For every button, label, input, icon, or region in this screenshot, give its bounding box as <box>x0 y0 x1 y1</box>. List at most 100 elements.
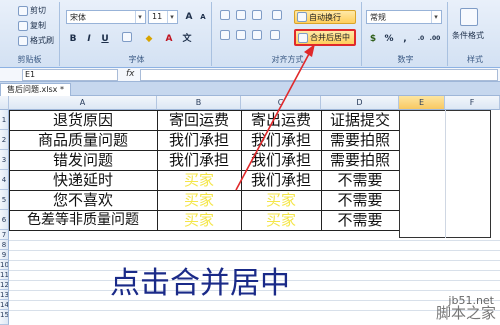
cell-c5[interactable]: 买家 <box>241 190 321 210</box>
cell-d3[interactable]: 需要拍照 <box>321 150 399 170</box>
bold-button[interactable]: B <box>66 32 80 46</box>
font-size-select[interactable]: 11 ▾ <box>148 10 178 24</box>
column-header-f[interactable]: F <box>445 96 500 110</box>
wrap-text-button[interactable]: 自动换行 <box>294 10 356 24</box>
number-group: 常规 ▾ $ % , .0 .00 数字 <box>364 2 448 66</box>
align-top-button[interactable] <box>218 10 232 24</box>
align-center-button[interactable] <box>234 30 248 44</box>
cell-a3[interactable]: 错发问题 <box>9 150 157 170</box>
scissors-icon <box>18 5 28 16</box>
font-name-select[interactable]: 宋体 ▾ <box>66 10 146 24</box>
cell-c4[interactable]: 我们承担 <box>241 170 321 190</box>
currency-button[interactable]: $ <box>366 32 380 46</box>
shrink-font-button[interactable]: A <box>196 10 210 24</box>
gridline <box>445 110 446 238</box>
row-header-8[interactable]: 8 <box>0 240 9 250</box>
row-header-4[interactable]: 4 <box>0 170 9 190</box>
percent-button[interactable]: % <box>382 32 396 46</box>
cell-b1[interactable]: 寄回运费 <box>157 110 241 130</box>
clipboard-group-label: 剪贴板 <box>17 55 42 64</box>
align-left-button[interactable] <box>218 30 232 44</box>
caption-text: 点击合并居中 <box>110 266 290 301</box>
wrap-text-icon <box>297 12 307 22</box>
cell-a4[interactable]: 快递延时 <box>9 170 157 190</box>
font-color-button[interactable]: A <box>162 32 176 46</box>
row-header-6[interactable]: 6 <box>0 210 9 230</box>
border-icon <box>122 32 132 42</box>
row-header-7[interactable]: 7 <box>0 230 9 240</box>
cell-c2[interactable]: 我们承担 <box>241 130 321 150</box>
align-middle-button[interactable] <box>234 10 248 24</box>
select-all-corner[interactable] <box>0 96 9 110</box>
column-header-a[interactable]: A <box>9 96 157 110</box>
row-header-14[interactable]: 14 <box>0 300 9 310</box>
row-header-3[interactable]: 3 <box>0 150 9 170</box>
row-header-1[interactable]: 1 <box>0 110 9 130</box>
clipboard-group: 剪切 复制 格式刷 剪贴板 <box>0 2 60 66</box>
increase-decimal-button[interactable]: .0 <box>414 32 428 46</box>
cell-a2[interactable]: 商品质量问题 <box>9 130 157 150</box>
align-right-icon <box>252 30 262 40</box>
fill-color-button[interactable]: ◆ <box>142 32 156 46</box>
cell-a6[interactable]: 色差等非质量问题 <box>9 210 157 230</box>
row-header-9[interactable]: 9 <box>0 250 9 260</box>
outdent-icon <box>270 30 280 40</box>
row-header-10[interactable]: 10 <box>0 260 9 270</box>
cell-c3[interactable]: 我们承担 <box>241 150 321 170</box>
underline-button[interactable]: U <box>98 32 112 46</box>
row-header-12[interactable]: 12 <box>0 280 9 290</box>
copy-icon <box>18 20 28 31</box>
cell-d6[interactable]: 不需要 <box>321 210 399 230</box>
cell-d2[interactable]: 需要拍照 <box>321 130 399 150</box>
align-bottom-button[interactable] <box>250 10 264 24</box>
column-header-e[interactable]: E <box>399 96 445 110</box>
orientation-icon <box>272 10 282 20</box>
cell-d1[interactable]: 证据提交 <box>321 110 399 130</box>
grow-font-button[interactable]: A <box>182 10 196 24</box>
align-right-button[interactable] <box>250 30 264 44</box>
decrease-decimal-button[interactable]: .00 <box>428 32 442 46</box>
cell-c1[interactable]: 寄出运费 <box>241 110 321 130</box>
merge-center-button[interactable]: 合并后居中 <box>294 29 356 46</box>
name-box[interactable]: E1 <box>22 69 118 81</box>
phonetic-button[interactable]: 文 <box>180 32 194 46</box>
cell-b3[interactable]: 我们承担 <box>157 150 241 170</box>
chevron-down-icon: ▾ <box>431 11 440 23</box>
cell-c6[interactable]: 买家 <box>241 210 321 230</box>
row-header-5[interactable]: 5 <box>0 190 9 210</box>
cell-b2[interactable]: 我们承担 <box>157 130 241 150</box>
column-header-d[interactable]: D <box>321 96 399 110</box>
number-format-select[interactable]: 常规 ▾ <box>366 10 442 24</box>
cell-a5[interactable]: 您不喜欢 <box>9 190 157 210</box>
cell-a1[interactable]: 退货原因 <box>9 110 157 130</box>
column-header-b[interactable]: B <box>157 96 241 110</box>
decrease-indent-button[interactable] <box>268 30 282 44</box>
cell-b6[interactable]: 买家 <box>157 210 241 230</box>
italic-button[interactable]: I <box>82 32 96 46</box>
cell-b4[interactable]: 买家 <box>157 170 241 190</box>
formula-bar: E1 fx <box>0 68 500 82</box>
format-painter-button[interactable]: 格式刷 <box>18 35 54 46</box>
copy-button[interactable]: 复制 <box>18 20 46 31</box>
conditional-format-button[interactable]: 条件格式 <box>452 30 484 41</box>
watermark-brand: 脚本之家 <box>435 304 496 322</box>
fx-icon[interactable]: fx <box>126 69 135 79</box>
orientation-button[interactable] <box>270 10 284 24</box>
formula-input[interactable] <box>140 69 498 81</box>
row-header-11[interactable]: 11 <box>0 270 9 280</box>
row-header-15[interactable]: 15 <box>0 310 9 325</box>
align-bottom-icon <box>252 10 262 20</box>
gridline <box>9 250 500 251</box>
comma-button[interactable]: , <box>398 32 412 46</box>
row-header-2[interactable]: 2 <box>0 130 9 150</box>
cut-button[interactable]: 剪切 <box>18 5 46 16</box>
font-group-label: 字体 <box>128 55 145 64</box>
cell-b5[interactable]: 买家 <box>157 190 241 210</box>
border-button[interactable] <box>120 32 134 46</box>
cell-d5[interactable]: 不需要 <box>321 190 399 210</box>
column-header-c[interactable]: C <box>241 96 321 110</box>
align-top-icon <box>220 10 230 20</box>
cell-d4[interactable]: 不需要 <box>321 170 399 190</box>
workbook-tab[interactable]: 售后问题.xlsx * <box>0 83 71 96</box>
row-header-13[interactable]: 13 <box>0 290 9 300</box>
